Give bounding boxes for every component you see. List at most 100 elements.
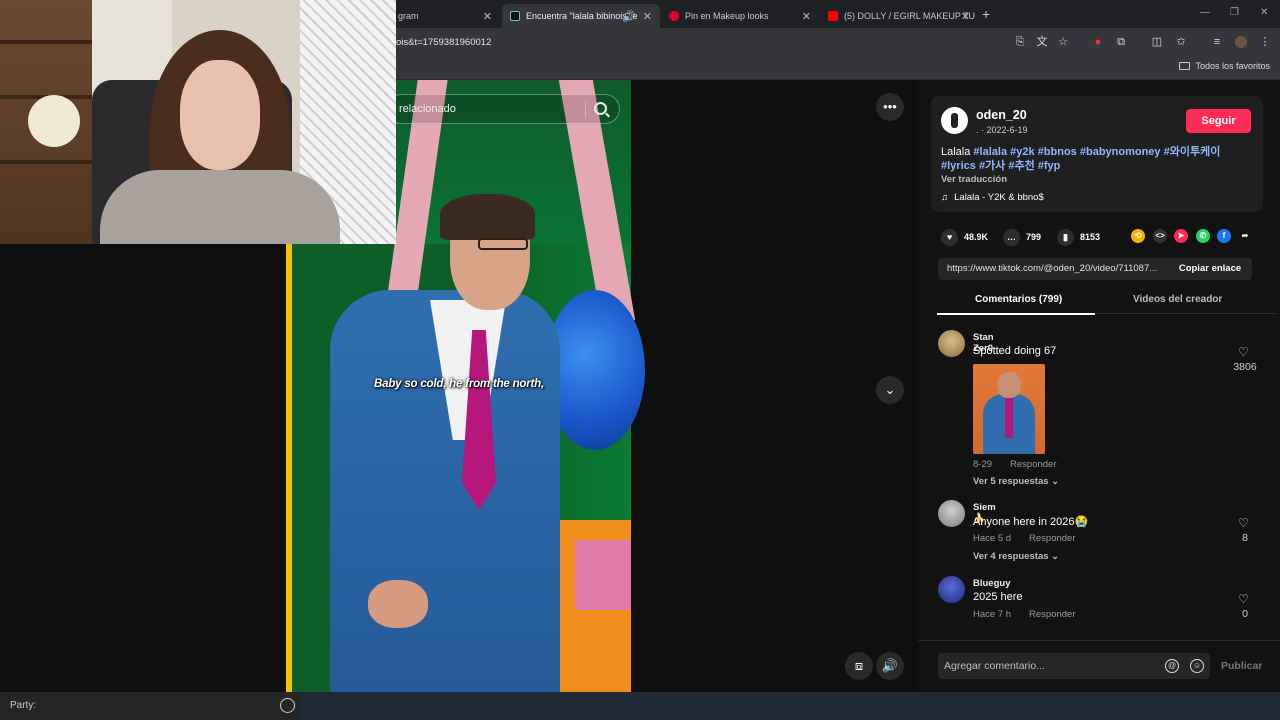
comment-tabs: Comentarios (799) Videos del creador (936, 290, 1276, 315)
view-replies[interactable]: Ver 5 respuestas ⌄ (973, 476, 1059, 487)
comment-meta: Hace 5 d Responder (973, 533, 1076, 544)
tab-pinterest[interactable]: Pin en Makeup looks ✕ (661, 4, 819, 28)
close-icon[interactable]: ✕ (961, 10, 970, 23)
translate-icon[interactable]: 文 (1036, 36, 1048, 48)
mention-icon[interactable]: @ (1165, 659, 1179, 673)
tab-comments[interactable]: Comentarios (799) (936, 294, 1096, 315)
tab-instagram[interactable]: gram ✕ (390, 4, 500, 28)
comment-heart-icon[interactable]: ♡ (1238, 516, 1249, 530)
share-arrow-icon[interactable]: ➦ (1238, 229, 1252, 243)
reply-button[interactable]: Responder (1029, 609, 1075, 620)
extension-red-icon[interactable]: ● (1092, 36, 1104, 48)
follow-button[interactable]: Seguir (1186, 109, 1251, 133)
hashtag[interactable]: #lalala (973, 146, 1007, 158)
whatsapp-icon[interactable]: ✆ (1196, 229, 1210, 243)
emoji-icon[interactable]: ☺ (1190, 659, 1204, 673)
close-icon[interactable]: ✕ (802, 10, 811, 23)
reply-button[interactable]: Responder (1010, 459, 1056, 470)
minimize-icon[interactable]: — (1200, 7, 1210, 18)
hashtag[interactable]: #fyp (1038, 160, 1061, 172)
commenter-avatar[interactable] (938, 330, 965, 357)
webcam-overlay (0, 0, 396, 244)
window-close-icon[interactable]: ✕ (1260, 7, 1268, 18)
menu-kebab-icon[interactable]: ⋮ (1259, 36, 1271, 48)
favorites-icon[interactable]: ✩ (1175, 36, 1187, 48)
folder-icon (1179, 62, 1191, 70)
close-icon[interactable]: ✕ (483, 10, 492, 23)
tab-label: (5) DOLLY / EGIRL MAKEUP TU (844, 11, 976, 21)
tab-creator-videos[interactable]: Videos del creador (1133, 294, 1222, 305)
bookmarks-label: Todos los favoritos (1195, 61, 1270, 71)
install-app-icon[interactable]: ⎘ (1014, 36, 1026, 48)
search-placeholder: relacionado (399, 103, 456, 115)
comment-image[interactable] (973, 364, 1045, 454)
close-icon[interactable]: ✕ (643, 10, 652, 23)
creator-username[interactable]: oden_20 (976, 108, 1027, 122)
music-link[interactable]: ♫ Lalala - Y2K & bbno$ (941, 192, 1044, 203)
speaker-icon[interactable]: 🔊 (622, 10, 636, 23)
hashtag[interactable]: #lyrics (941, 160, 976, 172)
party-bar-fill (300, 692, 1280, 720)
tab-youtube[interactable]: (5) DOLLY / EGIRL MAKEUP TU ✕ (820, 4, 978, 28)
more-options-icon[interactable]: ••• (876, 93, 904, 121)
video-link-field[interactable]: https://www.tiktok.com/@oden_20/video/71… (938, 258, 1168, 280)
party-label: Party: (10, 700, 37, 711)
tab-tiktok-search[interactable]: Encuentra "lalala bibinois" e 🔊 ✕ (502, 4, 660, 28)
party-bar: Party: (0, 692, 1280, 720)
screenshot-icon[interactable]: ◫ (1151, 36, 1163, 48)
video-person-hair (440, 194, 535, 240)
commenter-avatar[interactable] (938, 576, 965, 603)
reply-button[interactable]: Responder (1029, 533, 1075, 544)
volume-icon[interactable]: 🔊 (876, 652, 904, 680)
search-icon[interactable] (594, 102, 607, 115)
restore-icon[interactable]: ❐ (1230, 7, 1239, 18)
tab-label: gram (398, 11, 419, 21)
thumb-head (997, 372, 1021, 398)
bookmark-star-icon[interactable]: ☆ (1057, 36, 1069, 48)
commenter-avatar[interactable] (938, 500, 965, 527)
comment-date: Hace 5 d (973, 533, 1012, 544)
tab-label: Pin en Makeup looks (685, 11, 769, 21)
creator-avatar[interactable] (941, 107, 968, 134)
comment-heart-icon[interactable]: ♡ (1238, 345, 1249, 359)
bookmark-icon: ▮ (1057, 228, 1074, 246)
copy-link-button[interactable]: Copiar enlace (1168, 258, 1252, 280)
hashtag[interactable]: #bbnos (1038, 146, 1077, 158)
extensions-puzzle-icon[interactable]: ⧉ (1115, 36, 1127, 48)
search-input[interactable]: relacionado (386, 94, 620, 124)
like-action[interactable]: ♥ 48.9K (941, 228, 988, 246)
publish-button[interactable]: Publicar (1221, 660, 1262, 672)
comment-heart-icon[interactable]: ♡ (1238, 592, 1249, 606)
comment-meta: 8-29 Responder (973, 459, 1057, 470)
hashtag[interactable]: #가사 (979, 160, 1005, 172)
youtube-icon (828, 11, 838, 21)
repost-icon[interactable]: ⟲ (1131, 229, 1145, 243)
translate-link[interactable]: Ver traducción (941, 174, 1007, 185)
comment-action[interactable]: … 799 (1003, 228, 1041, 246)
facebook-icon[interactable]: f (1217, 229, 1231, 243)
chevron-down-icon[interactable]: ⌄ (876, 376, 904, 404)
send-icon[interactable]: ➤ (1174, 229, 1188, 243)
comment-text: Spotted doing 67 (973, 345, 1057, 357)
picture-in-picture-icon[interactable]: ⧈ (845, 652, 873, 680)
profile-avatar-icon[interactable] (1235, 36, 1247, 48)
all-bookmarks[interactable]: Todos los favoritos (1179, 61, 1270, 71)
view-replies-label: Ver 4 respuestas (973, 551, 1049, 562)
hashtag[interactable]: #y2k (1010, 146, 1034, 158)
save-action[interactable]: ▮ 8153 (1057, 228, 1100, 246)
comment-like-count: 3806 (1233, 361, 1257, 373)
new-tab-plus-icon[interactable]: + (982, 6, 990, 22)
like-count: 48.9K (964, 232, 989, 242)
embed-icon[interactable]: <> (1153, 229, 1167, 243)
heart-icon: ♥ (941, 228, 958, 246)
hashtag[interactable]: #babynomoney (1080, 146, 1161, 158)
hashtag[interactable]: #와이투케이 (1164, 146, 1221, 158)
url-text[interactable]: ois&t=1759381960012 (396, 37, 491, 48)
commenter-name[interactable]: Blueguy (973, 578, 1010, 589)
media-control-icon[interactable]: ≡ (1211, 36, 1223, 48)
party-icon[interactable] (280, 698, 295, 713)
comment-bubble-icon: … (1003, 228, 1020, 246)
hashtag[interactable]: #추천 (1008, 160, 1034, 172)
view-replies[interactable]: Ver 4 respuestas ⌄ (973, 551, 1059, 562)
comment-like-count: 8 (1242, 532, 1248, 544)
